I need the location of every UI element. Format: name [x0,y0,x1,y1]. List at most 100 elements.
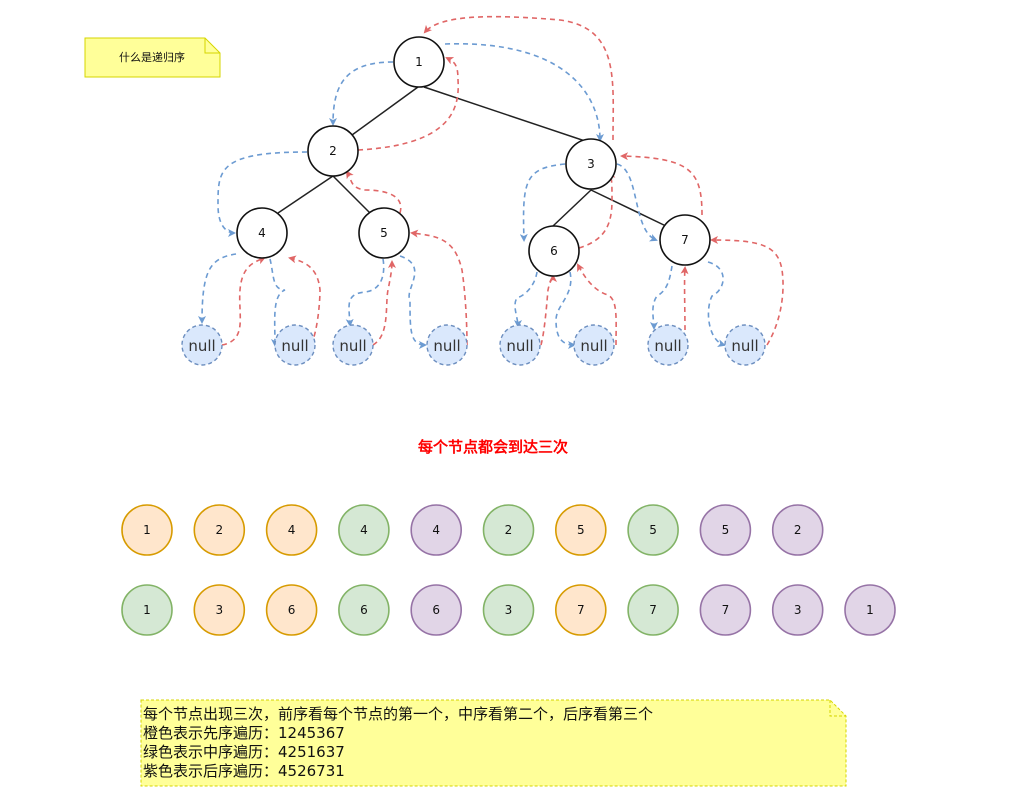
sequence-node-green: 7 [627,584,679,636]
sequence-node-label: 4 [288,523,296,537]
sequence-node-label: 5 [577,523,585,537]
arrow-5-to-null-right [399,255,427,349]
sequence-node-green: 6 [338,584,390,636]
bottom-note-line-4: 紫色表示后序遍历：4526731 [143,762,345,780]
sequence-node-green: 3 [482,584,535,636]
edge-1-2 [351,86,419,136]
null-label: null [339,337,366,355]
sequence-node-green: 2 [482,504,535,556]
arrow-1-to-2 [329,61,394,126]
sequence-node-green: 1 [121,584,173,636]
sequence-node-label: 1 [143,603,151,617]
sequence-node-purple: 5 [699,504,752,556]
sequence-node-label: 5 [722,523,730,537]
sequence-node-label: 4 [432,523,440,537]
arrow-4-to-null [198,253,237,324]
edge-2-4 [277,175,334,214]
sequence-node-label: 7 [577,603,585,617]
arrow-6-to-null-right [555,271,576,349]
arrow-5-to-null [345,258,385,327]
null-node: null [332,324,374,366]
tree-node-7: 7 [659,214,711,266]
bottom-note-line-1: 每个节点出现三次，前序看每个节点的第一个，中序看第二个，后序看第三个 [143,705,653,723]
arrow-3-to-7 [616,163,658,242]
null-node: null [573,324,615,366]
tree-node-label: 1 [415,55,423,69]
sequence-row-2: 1 3 6 6 6 3 7 7 7 3 1 [121,584,896,636]
arrow-null-to-6 [540,274,557,346]
arrow-3-to-1 [423,15,615,141]
sequence-node-purple: 3 [771,584,824,636]
tree-node-5: 5 [358,207,410,259]
sequence-node-label: 6 [432,603,440,617]
arrow-null-to-5 [372,260,396,346]
bottom-note: 每个节点出现三次，前序看每个节点的第一个，中序看第二个，后序看第三个 橙色表示先… [140,699,847,787]
sticky-note-text: 什么是递归序 [119,50,185,64]
arrow-6-to-null [513,271,538,328]
sequence-node-purple: 2 [771,504,824,556]
sequence-node-label: 7 [722,603,730,617]
sequence-node-label: 1 [143,523,151,537]
null-label: null [281,337,308,355]
tree-node-4: 4 [236,207,288,259]
sequence-node-orange: 6 [265,584,318,636]
arrow-null-to-4 [221,256,266,346]
sequence-node-orange: 5 [554,504,607,556]
arrow-7-to-null [649,265,673,330]
tree-node-6: 6 [528,225,580,277]
sequence-row-1: 1 2 4 4 4 2 5 5 5 2 [121,504,824,556]
null-node: null [181,324,223,366]
arrow-7-to-3 [620,152,703,216]
sequence-node-label: 6 [360,603,368,617]
recursion-order-diagram: 什么是递归序 1 2 3 4 5 6 7 null null null null… [84,15,896,787]
null-node: null [724,324,766,366]
sequence-node-label: 2 [505,523,513,537]
null-node: null [499,324,541,366]
edge-1-3 [423,86,592,144]
sequence-node-label: 4 [360,523,368,537]
tree-node-label: 3 [587,157,595,171]
sequence-node-label: 7 [649,603,657,617]
null-label: null [433,337,460,355]
blue-traversal-arrows [198,43,726,349]
sequence-node-label: 3 [215,603,223,617]
red-traversal-arrows [221,15,784,346]
sequence-node-purple: 4 [410,504,463,556]
sequence-node-orange: 1 [121,504,173,556]
sequence-node-orange: 3 [193,584,246,636]
sequence-node-label: 2 [794,523,802,537]
sequence-node-purple: 6 [410,584,463,636]
tree-node-2: 2 [307,125,359,177]
tree-node-label: 2 [329,144,337,158]
arrow-5-to-2 [345,170,402,214]
sequence-node-label: 1 [866,603,874,617]
sticky-note: 什么是递归序 [84,37,221,78]
sequence-node-label: 3 [794,603,802,617]
null-label: null [188,337,215,355]
sequence-node-orange: 2 [193,504,246,556]
sequence-node-purple: 1 [844,584,896,636]
null-label: null [731,337,758,355]
sequence-node-label: 5 [649,523,657,537]
tree-node-1: 1 [393,36,445,88]
tree-node-3: 3 [565,138,617,190]
null-label: null [506,337,533,355]
arrow-7-to-null-right [707,261,726,348]
null-nodes: null null null null null null null null [181,324,766,366]
null-node: null [274,324,316,366]
tree-node-label: 4 [258,226,266,240]
arrow-1-to-3 [444,43,604,142]
edge-3-6 [552,189,592,227]
heading-three-visits: 每个节点都会到达三次 [418,438,568,456]
tree-node-label: 7 [681,233,689,247]
null-node: null [647,324,689,366]
sequence-node-green: 5 [627,504,679,556]
sequence-node-label: 6 [288,603,296,617]
tree-node-label: 6 [550,244,558,258]
bottom-note-line-2: 橙色表示先序遍历：1245367 [143,724,345,742]
sequence-node-orange: 4 [265,504,318,556]
sequence-node-purple: 7 [699,584,752,636]
null-label: null [654,337,681,355]
bottom-note-line-3: 绿色表示中序遍历：4251637 [143,743,345,761]
sequence-node-label: 2 [215,523,223,537]
